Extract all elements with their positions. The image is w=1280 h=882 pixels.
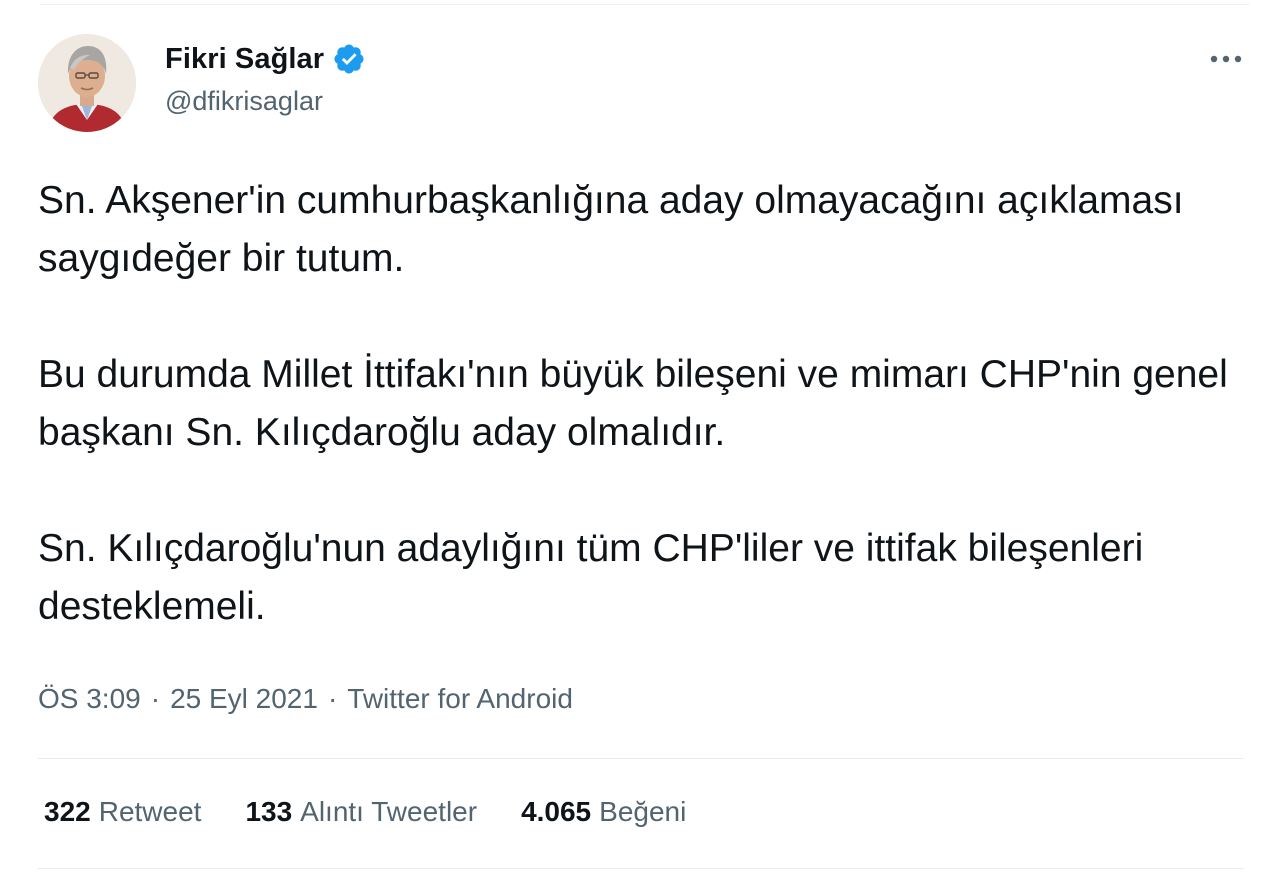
more-options-icon[interactable] [1204, 44, 1248, 74]
profile-photo-icon [38, 34, 136, 132]
quote-tweets-stat[interactable]: 133 Alıntı Tweetler [245, 796, 477, 828]
meta-separator: · [150, 683, 161, 714]
likes-count: 4.065 [521, 796, 592, 827]
tweet-paragraph: Sn. Akşener'in cumhurbaşkanlığına aday o… [38, 179, 1184, 280]
tweet-paragraph: Sn. Kılıçdaroğlu'nun adaylığını tüm CHP'… [38, 527, 1144, 628]
tweet-metadata: ÖS 3:09 · 25 Eyl 2021 · Twitter for Andr… [38, 683, 573, 715]
avatar[interactable] [38, 34, 136, 132]
quote-tweets-count: 133 [245, 796, 293, 827]
divider [38, 868, 1244, 869]
tweet-text: Sn. Akşener'in cumhurbaşkanlığına aday o… [38, 172, 1253, 636]
tweet-date[interactable]: 25 Eyl 2021 [170, 683, 318, 715]
author-handle[interactable]: @dfikrisaglar [165, 86, 323, 117]
tweet-time[interactable]: ÖS 3:09 [38, 683, 141, 715]
meta-separator: · [327, 683, 338, 714]
top-divider [40, 4, 1250, 5]
divider [38, 758, 1244, 759]
retweets-count: 322 [44, 796, 91, 827]
author-display-name[interactable]: Fikri Sağlar [165, 43, 324, 76]
verified-badge-icon [332, 42, 366, 76]
author-name-row[interactable]: Fikri Sağlar [165, 41, 366, 77]
tweet-paragraph: Bu durumda Millet İttifakı'nın büyük bil… [38, 353, 1228, 454]
engagement-stats: 322 Retweet 133 Alıntı Tweetler 4.065 Be… [44, 796, 730, 828]
tweet-source[interactable]: Twitter for Android [347, 683, 573, 715]
retweets-label: Retweet [98, 796, 202, 827]
quote-tweets-label: Alıntı Tweetler [300, 796, 478, 827]
retweets-stat[interactable]: 322 Retweet [44, 796, 201, 828]
likes-label: Beğeni [599, 796, 687, 827]
likes-stat[interactable]: 4.065 Beğeni [521, 796, 686, 828]
